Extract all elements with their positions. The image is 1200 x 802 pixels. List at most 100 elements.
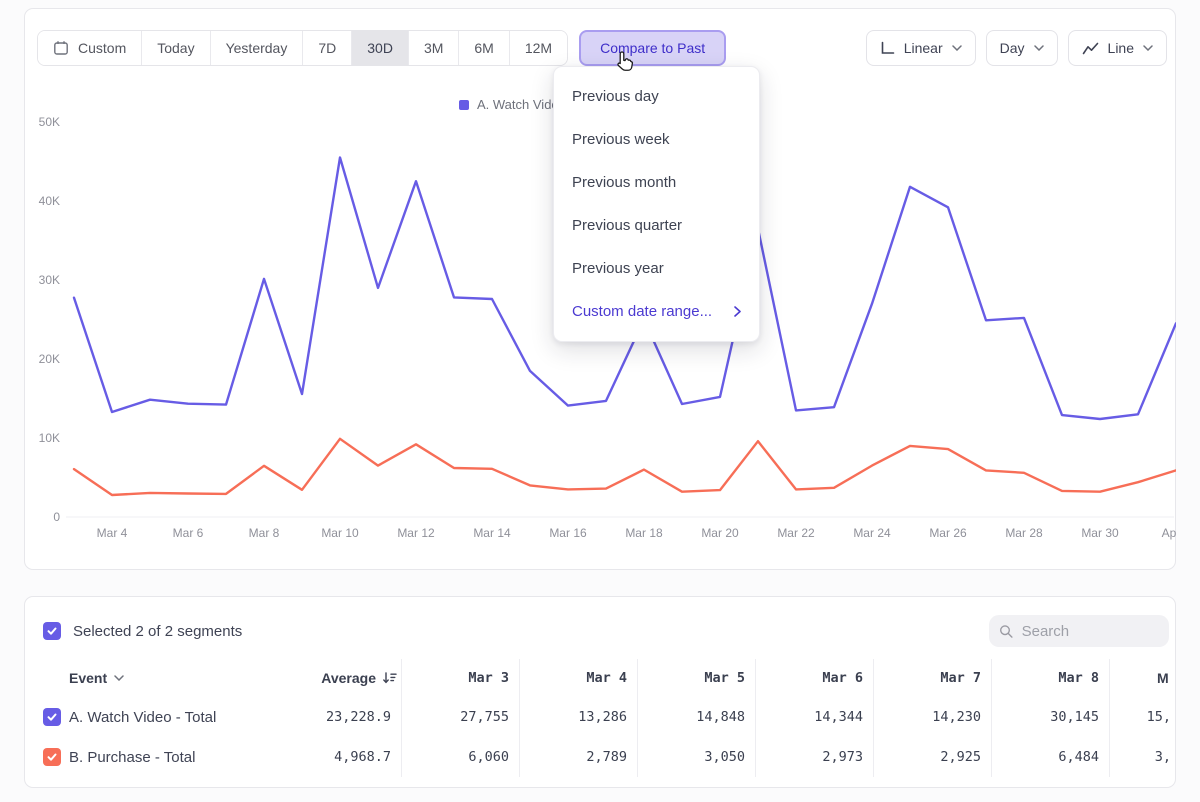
custom-date-range-label: Custom date range... — [572, 303, 712, 320]
column-separator — [1109, 659, 1110, 777]
svg-text:Mar 22: Mar 22 — [777, 526, 815, 540]
preset-yesterday-button[interactable]: Yesterday — [210, 31, 303, 65]
row-b-average: 4,968.7 — [281, 737, 401, 777]
custom-range-label: Custom — [78, 40, 126, 56]
row-a-value: 30,145 — [991, 697, 1109, 737]
date-column-header[interactable]: Mar 4 — [519, 659, 637, 697]
search-box — [989, 615, 1169, 647]
svg-text:Mar 14: Mar 14 — [473, 526, 511, 540]
compare-to-past-menu: Previous day Previous week Previous mont… — [553, 66, 760, 342]
menu-item-previous-week[interactable]: Previous week — [554, 118, 759, 161]
check-icon — [46, 625, 58, 637]
svg-text:Mar 6: Mar 6 — [173, 526, 204, 540]
row-a-value: 14,230 — [873, 697, 991, 737]
search-icon — [999, 623, 1014, 640]
row-a-value: 13,286 — [519, 697, 637, 737]
date-column-header[interactable]: Mar 8 — [991, 659, 1109, 697]
segments-table: Event Average Mar 3 Mar 4 Mar 5 Mar 6 Ma… — [43, 659, 1109, 777]
preset-12m-button[interactable]: 12M — [509, 31, 567, 65]
menu-item-previous-day[interactable]: Previous day — [554, 75, 759, 118]
menu-item-previous-quarter[interactable]: Previous quarter — [554, 204, 759, 247]
row-b-value: 2,973 — [755, 737, 873, 777]
cursor-pointer-icon — [614, 50, 636, 75]
granularity-dropdown-button[interactable]: Day — [986, 30, 1058, 66]
svg-text:Mar 26: Mar 26 — [929, 526, 967, 540]
date-column-header[interactable]: Mar 5 — [637, 659, 755, 697]
svg-text:Mar 10: Mar 10 — [321, 526, 359, 540]
preset-3m-button[interactable]: 3M — [408, 31, 458, 65]
date-range-control: Custom Today Yesterday 7D 30D 3M 6M 12M — [37, 30, 568, 66]
svg-text:20K: 20K — [39, 352, 60, 366]
row-a-average: 23,228.9 — [281, 697, 401, 737]
select-all-checkbox[interactable] — [43, 622, 61, 640]
svg-text:Apr 1: Apr 1 — [1162, 526, 1176, 540]
svg-text:10K: 10K — [39, 431, 60, 445]
chevron-down-icon — [952, 45, 962, 51]
chevron-down-icon — [1034, 45, 1044, 51]
toolbar: Custom Today Yesterday 7D 30D 3M 6M 12M … — [37, 30, 1167, 66]
row-a-clipped-value: 15, — [1147, 697, 1171, 737]
svg-text:0: 0 — [53, 510, 60, 524]
row-a-value: 14,848 — [637, 697, 755, 737]
row-b-label: B. Purchase - Total — [69, 749, 195, 766]
table-row-watch-video: A. Watch Video - Total — [43, 697, 281, 737]
svg-text:Mar 30: Mar 30 — [1081, 526, 1119, 540]
svg-text:Mar 4: Mar 4 — [97, 526, 128, 540]
row-b-value: 2,789 — [519, 737, 637, 777]
row-b-value: 6,484 — [991, 737, 1109, 777]
preset-30d-button[interactable]: 30D — [351, 31, 408, 65]
scale-label: Linear — [904, 40, 943, 56]
chevron-right-icon — [734, 306, 741, 317]
menu-item-custom-date-range[interactable]: Custom date range... — [554, 290, 759, 333]
date-column-header[interactable]: Mar 7 — [873, 659, 991, 697]
svg-text:Mar 16: Mar 16 — [549, 526, 587, 540]
calendar-icon — [53, 40, 69, 56]
axes-icon — [880, 41, 895, 55]
date-column-header[interactable]: Mar 6 — [755, 659, 873, 697]
svg-text:Mar 24: Mar 24 — [853, 526, 891, 540]
row-b-value: 3,050 — [637, 737, 755, 777]
search-input[interactable] — [1022, 623, 1159, 640]
table-row-purchase: B. Purchase - Total — [43, 737, 281, 777]
custom-range-button[interactable]: Custom — [38, 31, 141, 65]
svg-text:Mar 12: Mar 12 — [397, 526, 435, 540]
granularity-label: Day — [1000, 40, 1025, 56]
chart-type-label: Line — [1108, 40, 1134, 56]
svg-text:Mar 18: Mar 18 — [625, 526, 663, 540]
chart-type-dropdown-button[interactable]: Line — [1068, 30, 1167, 66]
check-icon — [46, 711, 58, 723]
average-column-header[interactable]: Average — [281, 659, 401, 697]
chevron-down-icon — [114, 675, 124, 681]
segments-card: Selected 2 of 2 segments Event Average M… — [24, 596, 1176, 788]
svg-text:Mar 20: Mar 20 — [701, 526, 739, 540]
svg-text:Mar 28: Mar 28 — [1005, 526, 1043, 540]
scale-dropdown-button[interactable]: Linear — [866, 30, 976, 66]
row-a-checkbox[interactable] — [43, 708, 61, 726]
segments-header-row: Selected 2 of 2 segments — [43, 614, 1169, 648]
menu-item-previous-month[interactable]: Previous month — [554, 161, 759, 204]
check-icon — [46, 751, 58, 763]
row-a-value: 14,344 — [755, 697, 873, 737]
svg-text:30K: 30K — [39, 273, 60, 287]
series-a-swatch — [459, 100, 469, 110]
date-column-header[interactable]: Mar 3 — [401, 659, 519, 697]
row-b-clipped-value: 3, — [1155, 737, 1171, 777]
row-b-checkbox[interactable] — [43, 748, 61, 766]
preset-7d-button[interactable]: 7D — [302, 31, 351, 65]
selected-segments-label: Selected 2 of 2 segments — [73, 623, 242, 640]
preset-6m-button[interactable]: 6M — [458, 31, 508, 65]
svg-text:40K: 40K — [39, 194, 60, 208]
row-a-value: 27,755 — [401, 697, 519, 737]
row-a-label: A. Watch Video - Total — [69, 709, 216, 726]
row-b-value: 6,060 — [401, 737, 519, 777]
sort-descending-icon — [382, 671, 397, 685]
preset-today-button[interactable]: Today — [141, 31, 209, 65]
compare-to-past-button[interactable]: Compare to Past — [579, 30, 726, 66]
row-b-value: 2,925 — [873, 737, 991, 777]
svg-text:50K: 50K — [39, 115, 60, 129]
clipped-date-column-header: M — [1157, 659, 1169, 697]
menu-item-previous-year[interactable]: Previous year — [554, 247, 759, 290]
chevron-down-icon — [1143, 45, 1153, 51]
event-column-header[interactable]: Event — [43, 659, 281, 697]
line-chart-icon — [1082, 42, 1099, 55]
